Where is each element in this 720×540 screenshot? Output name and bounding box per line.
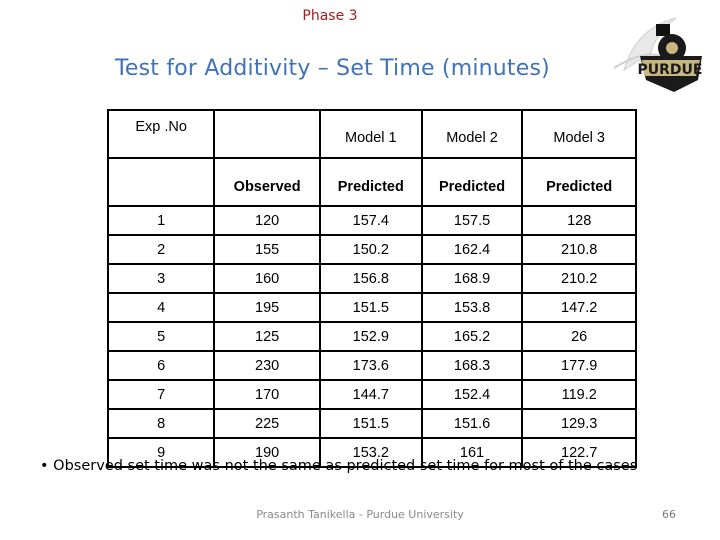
table-header-row: Exp .No Model 1 Model 2 Model 3 <box>106 109 637 159</box>
header-exp-no: Exp .No <box>106 109 216 159</box>
cell-model-3: 147.2 <box>521 292 637 323</box>
cell-model-3: 129.3 <box>521 408 637 439</box>
subheader-blank <box>106 157 216 207</box>
slide-title: Test for Additivity – Set Time (minutes) <box>115 56 550 81</box>
page-number: 66 <box>662 508 676 521</box>
table-row: 4 195 151.5 153.8 147.2 <box>106 292 637 323</box>
cell-observed: 160 <box>213 263 321 294</box>
subheader-predicted-1: Predicted <box>318 157 423 207</box>
header-model-1: Model 1 <box>318 109 423 159</box>
cell-model-2: 157.5 <box>420 205 524 236</box>
cell-model-1: 151.5 <box>318 408 423 439</box>
table-row: 6 230 173.6 168.3 177.9 <box>106 350 637 381</box>
cell-model-3: 119.2 <box>521 379 637 410</box>
table-row: 7 170 144.7 152.4 119.2 <box>106 379 637 410</box>
cell-model-2: 168.9 <box>420 263 524 294</box>
cell-exp-no: 1 <box>106 205 216 236</box>
cell-exp-no: 2 <box>106 234 216 265</box>
cell-exp-no: 5 <box>106 321 216 352</box>
cell-model-2: 152.4 <box>420 379 524 410</box>
purdue-train-logo-icon: PURDUE <box>613 17 703 92</box>
header-blank <box>213 109 321 159</box>
cell-model-1: 152.9 <box>318 321 423 352</box>
subheader-predicted-3: Predicted <box>521 157 637 207</box>
table-row: 5 125 152.9 165.2 26 <box>106 321 637 352</box>
cell-model-1: 157.4 <box>318 205 423 236</box>
header-model-3: Model 3 <box>521 109 637 159</box>
table-row: 1 120 157.4 157.5 128 <box>106 205 637 236</box>
phase-label: Phase 3 <box>302 8 358 24</box>
subheader-predicted-2: Predicted <box>420 157 524 207</box>
conclusion-bullet: • Observed set time was not the same as … <box>40 458 638 474</box>
purdue-logo: PURDUE <box>606 8 714 98</box>
table-row: 8 225 151.5 151.6 129.3 <box>106 408 637 439</box>
footer-author: Prasanth Tanikella - Purdue University <box>256 508 464 521</box>
cell-model-2: 162.4 <box>420 234 524 265</box>
cell-model-3: 210.8 <box>521 234 637 265</box>
cell-exp-no: 7 <box>106 379 216 410</box>
cell-model-1: 173.6 <box>318 350 423 381</box>
table-row: 3 160 156.8 168.9 210.2 <box>106 263 637 294</box>
cell-exp-no: 3 <box>106 263 216 294</box>
cell-exp-no: 6 <box>106 350 216 381</box>
cell-model-2: 153.8 <box>420 292 524 323</box>
subheader-observed: Observed <box>213 157 321 207</box>
cell-model-3: 128 <box>521 205 637 236</box>
cell-model-3: 26 <box>521 321 637 352</box>
cell-observed: 120 <box>213 205 321 236</box>
cell-model-3: 210.2 <box>521 263 637 294</box>
cell-model-1: 144.7 <box>318 379 423 410</box>
cell-exp-no: 8 <box>106 408 216 439</box>
cell-observed: 170 <box>213 379 321 410</box>
cell-model-3: 177.9 <box>521 350 637 381</box>
cell-model-1: 150.2 <box>318 234 423 265</box>
cell-observed: 230 <box>213 350 321 381</box>
cell-model-1: 151.5 <box>318 292 423 323</box>
cell-observed: 125 <box>213 321 321 352</box>
cell-model-2: 151.6 <box>420 408 524 439</box>
cell-exp-no: 4 <box>106 292 216 323</box>
logo-text: PURDUE <box>638 62 703 78</box>
cell-model-2: 168.3 <box>420 350 524 381</box>
cell-model-2: 165.2 <box>420 321 524 352</box>
cell-observed: 225 <box>213 408 321 439</box>
header-model-2: Model 2 <box>420 109 524 159</box>
cell-model-1: 156.8 <box>318 263 423 294</box>
cell-observed: 195 <box>213 292 321 323</box>
table-subheader-row: Observed Predicted Predicted Predicted <box>106 157 637 207</box>
table-row: 2 155 150.2 162.4 210.8 <box>106 234 637 265</box>
additivity-table: Exp .No Model 1 Model 2 Model 3 Observed… <box>106 109 637 468</box>
cell-observed: 155 <box>213 234 321 265</box>
